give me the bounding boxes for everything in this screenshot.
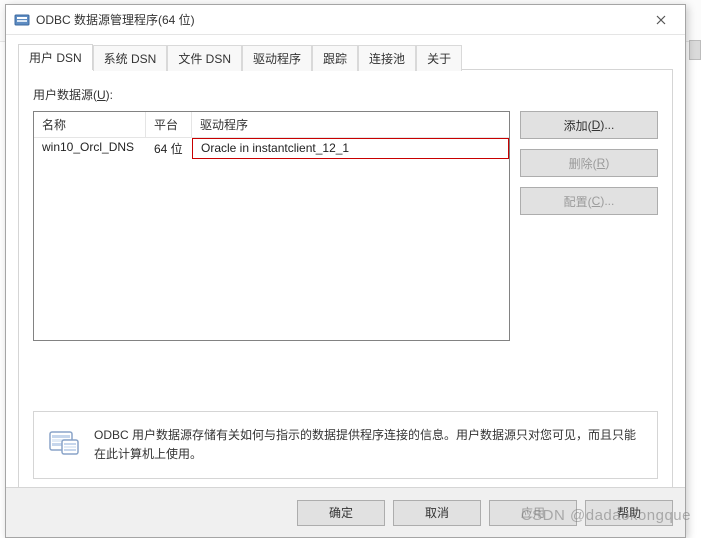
tab-user-dsn[interactable]: 用户 DSN <box>18 44 93 70</box>
apply-button[interactable]: 应用 <box>489 500 577 526</box>
remove-button[interactable]: 删除(R) <box>520 149 658 177</box>
list-label-suffix: ): <box>106 88 113 102</box>
list-label-accel: U <box>97 88 106 102</box>
add-button-suffix: )... <box>600 118 614 132</box>
tab-system-dsn[interactable]: 系统 DSN <box>93 45 168 71</box>
column-driver[interactable]: 驱动程序 <box>192 112 509 137</box>
tab-drivers[interactable]: 驱动程序 <box>242 45 312 71</box>
configure-button[interactable]: 配置(C)... <box>520 187 658 215</box>
user-datasource-list[interactable]: 名称 平台 驱动程序 win10_Orcl_DNS 64 位 Oracle in… <box>33 111 510 341</box>
app-icon <box>14 12 30 28</box>
column-name[interactable]: 名称 <box>34 112 146 137</box>
odbc-dialog: ODBC 数据源管理程序(64 位) 用户 DSN 系统 DSN 文件 DSN … <box>5 4 686 538</box>
button-stack: 添加(D)... 删除(R) 配置(C)... <box>520 111 658 341</box>
remove-button-accel: R <box>597 156 606 170</box>
list-headers: 名称 平台 驱动程序 <box>34 112 509 138</box>
tab-about[interactable]: 关于 <box>416 45 462 71</box>
cell-platform: 64 位 <box>146 138 192 159</box>
info-box: ODBC 用户数据源存储有关如何与指示的数据提供程序连接的信息。用户数据源只对您… <box>33 411 658 479</box>
tab-pooling[interactable]: 连接池 <box>358 45 416 71</box>
list-label-prefix: 用户数据源( <box>33 88 97 102</box>
add-button[interactable]: 添加(D)... <box>520 111 658 139</box>
add-button-prefix: 添加( <box>564 117 592 134</box>
tabpanel-user-dsn: 用户数据源(U): 名称 平台 驱动程序 win10_Orcl_DNS 64 位… <box>18 69 673 494</box>
add-button-accel: D <box>592 118 601 132</box>
cell-driver: Oracle in instantclient_12_1 <box>192 138 509 159</box>
help-button[interactable]: 帮助 <box>585 500 673 526</box>
tab-file-dsn[interactable]: 文件 DSN <box>167 45 242 71</box>
tabstrip: 用户 DSN 系统 DSN 文件 DSN 驱动程序 跟踪 连接池 关于 <box>18 43 673 69</box>
list-label: 用户数据源(U): <box>33 86 658 103</box>
remove-button-prefix: 删除( <box>569 155 597 172</box>
content-row: 名称 平台 驱动程序 win10_Orcl_DNS 64 位 Oracle in… <box>33 111 658 341</box>
close-button[interactable] <box>639 6 683 34</box>
titlebar[interactable]: ODBC 数据源管理程序(64 位) <box>6 5 685 35</box>
info-icon <box>48 426 80 458</box>
configure-button-suffix: )... <box>600 194 614 208</box>
dialog-body: 用户 DSN 系统 DSN 文件 DSN 驱动程序 跟踪 连接池 关于 用户数据… <box>6 35 685 487</box>
dialog-button-bar: 确定 取消 应用 帮助 <box>6 487 685 537</box>
cancel-button[interactable]: 取消 <box>393 500 481 526</box>
background-edge <box>689 40 701 60</box>
info-text: ODBC 用户数据源存储有关如何与指示的数据提供程序连接的信息。用户数据源只对您… <box>94 426 643 464</box>
ok-button[interactable]: 确定 <box>297 500 385 526</box>
cell-name: win10_Orcl_DNS <box>34 138 146 159</box>
tab-tracing[interactable]: 跟踪 <box>312 45 358 71</box>
configure-button-prefix: 配置( <box>564 193 592 210</box>
remove-button-suffix: ) <box>605 156 609 170</box>
list-row[interactable]: win10_Orcl_DNS 64 位 Oracle in instantcli… <box>34 138 509 159</box>
configure-button-accel: C <box>592 194 601 208</box>
column-platform[interactable]: 平台 <box>146 112 192 137</box>
window-title: ODBC 数据源管理程序(64 位) <box>36 11 639 28</box>
